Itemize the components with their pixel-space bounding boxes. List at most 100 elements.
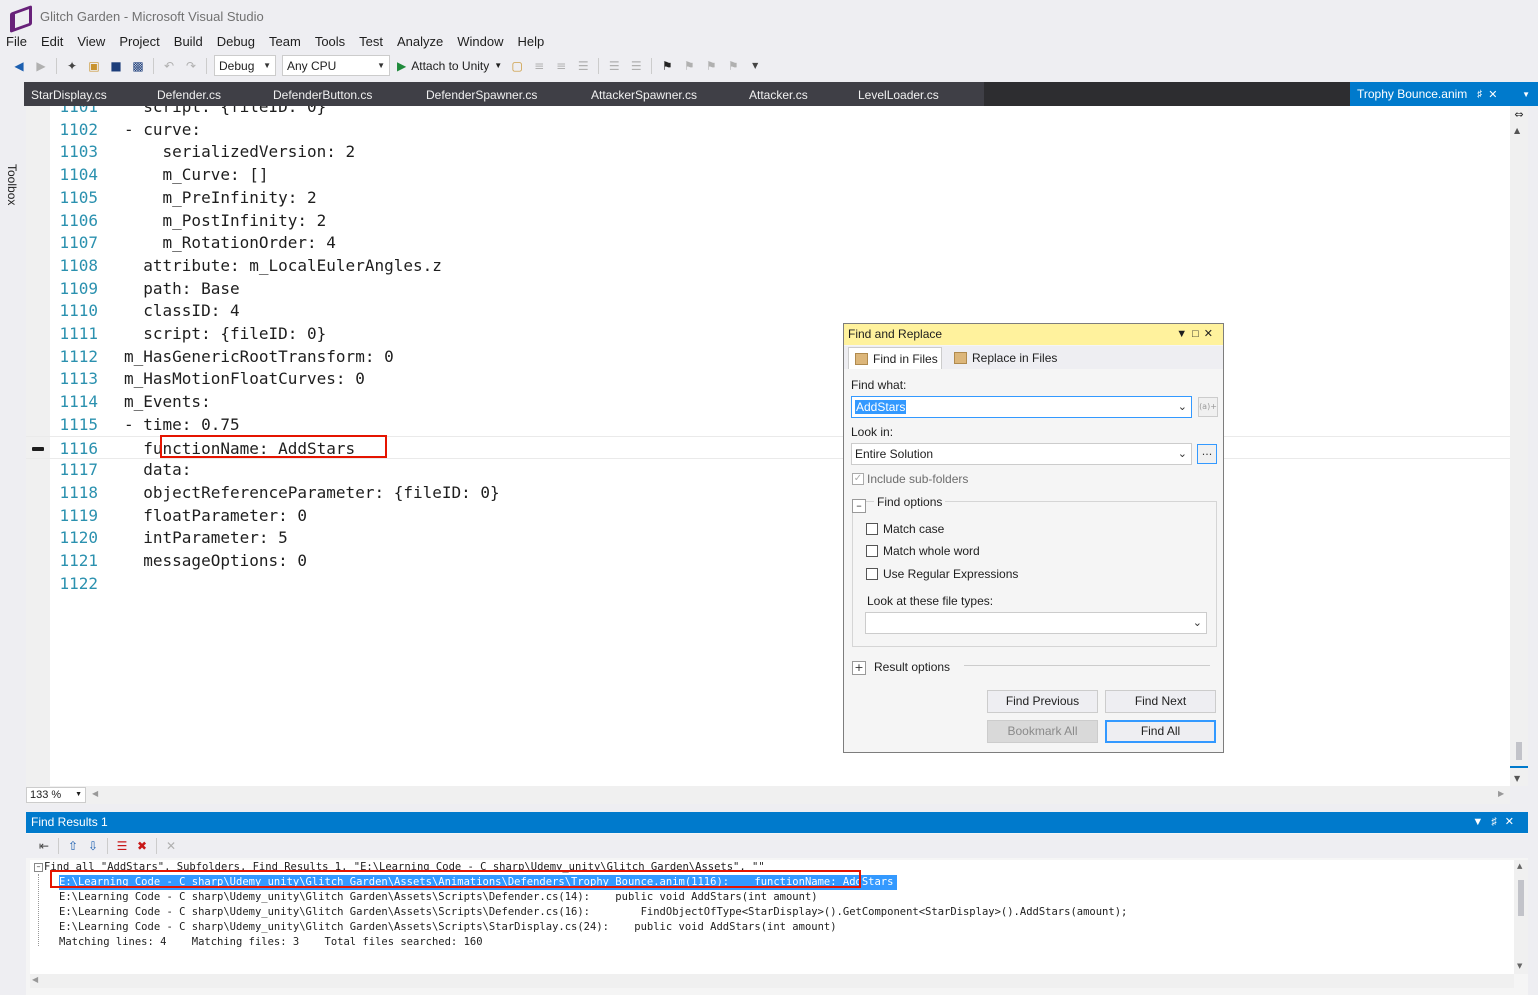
clear-bookmarks-icon[interactable]: ⚑ [722,55,744,77]
menu-edit[interactable]: Edit [35,34,71,49]
code-line[interactable]: 1107 m_RotationOrder: 4 [26,231,1510,254]
menu-debug[interactable]: Debug [211,34,263,49]
go-to-location-icon[interactable]: ⇤ [34,835,54,857]
tab-stardisplay[interactable]: StarDisplay.cs [24,82,157,106]
code-line[interactable]: 1104 m_Curve: [] [26,163,1510,186]
collapse-find-options-icon[interactable]: – [852,499,866,513]
scroll-up-icon[interactable]: ▲ [1514,126,1520,135]
menu-tools[interactable]: Tools [309,34,353,49]
chevron-down-icon[interactable]: ▼ [1176,328,1192,340]
pin-icon[interactable]: ♯ [1491,816,1505,828]
toolbox-label[interactable]: Toolbox [5,164,19,205]
split-window-icon[interactable]: ⇔ [1513,108,1525,122]
scroll-down-icon[interactable]: ▼ [1517,962,1522,970]
code-line[interactable]: 1112 m_HasGenericRootTransform: 0 [26,345,1510,368]
code-line[interactable]: 1115 - time: 0.75 [26,413,1510,436]
code-line[interactable]: 1120 intParameter: 5 [26,526,1510,549]
bookmark-icon[interactable]: ⚑ [656,55,678,77]
tab-attackerspawner[interactable]: AttackerSpawner.cs [591,82,749,106]
solution-platform-dropdown[interactable]: Any CPU ▼ [282,55,390,76]
new-project-icon[interactable]: ✦ [61,55,83,77]
delete-icon[interactable]: ✖ [132,835,152,857]
chevron-down-icon[interactable]: ⌄ [1178,444,1187,464]
code-line[interactable]: 1106 m_PostInfinity: 2 [26,209,1510,232]
include-subfolders-checkbox[interactable]: ✓ [852,473,864,485]
menu-help[interactable]: Help [512,34,553,49]
look-in-dropdown[interactable]: Entire Solution ⌄ [851,443,1192,465]
result-row[interactable]: E:\Learning Code - C sharp\Udemy_unity\G… [30,905,1514,920]
menu-window[interactable]: Window [451,34,511,49]
code-line[interactable]: 1122 [26,572,1510,595]
outdent-icon[interactable]: ≡ [550,55,572,77]
find-what-input[interactable]: AddStars ⌄ [851,396,1192,418]
navigate-forward-icon[interactable]: ▶ [30,55,52,77]
menu-test[interactable]: Test [353,34,391,49]
open-file-icon[interactable]: ▣ [83,55,105,77]
tab-replace-in-files[interactable]: Replace in Files [948,347,1078,369]
match-case-checkbox[interactable] [866,523,878,535]
solution-configuration-dropdown[interactable]: Debug ▼ [214,55,276,76]
tab-defender[interactable]: Defender.cs [157,82,273,106]
chevron-down-icon[interactable]: ⌄ [1193,613,1202,633]
menu-team[interactable]: Team [263,34,309,49]
zoom-level-dropdown[interactable]: 133 % ▼ [26,787,86,803]
save-all-icon[interactable]: ▩ [127,55,149,77]
menu-file[interactable]: File [0,34,35,49]
tab-defenderspawner[interactable]: DefenderSpawner.cs [426,82,591,106]
code-line[interactable]: 1108 attribute: m_LocalEulerAngles.z [26,254,1510,277]
toolbar-overflow-icon[interactable]: ▼ [744,55,766,77]
save-icon[interactable]: ■ [105,55,127,77]
code-line[interactable]: 1119 floatParameter: 0 [26,504,1510,527]
scroll-up-icon[interactable]: ▲ [1517,862,1522,870]
scrollbar-thumb[interactable] [1516,742,1522,760]
code-line[interactable]: 1111 script: {fileID: 0} [26,322,1510,345]
tab-find-in-files[interactable]: Find in Files [848,347,942,369]
find-next-button[interactable]: Find Next [1105,690,1216,713]
tab-levelloader[interactable]: LevelLoader.cs [858,82,984,106]
scrollbar-thumb[interactable] [1518,880,1524,916]
toolbox-strip[interactable]: Toolbox [0,80,24,995]
code-line[interactable]: 1105 m_PreInfinity: 2 [26,186,1510,209]
tab-list-chevron-down-icon[interactable]: ▼ [1522,90,1530,99]
chevron-down-icon[interactable]: ⌄ [1178,397,1187,417]
editor-vertical-scrollbar[interactable]: ⇔ ▲ ▼ [1510,106,1528,786]
chevron-down-icon[interactable]: ▼ [1472,816,1491,828]
code-line[interactable]: 1102 - curve: [26,118,1510,141]
format-icon[interactable]: ☰ [603,55,625,77]
code-line[interactable]: 1114 m_Events: [26,390,1510,413]
close-icon[interactable]: ✕ [1204,328,1218,340]
find-in-files-icon[interactable]: ▢ [506,55,528,77]
code-line[interactable]: 1117 data: [26,458,1510,481]
code-line[interactable]: 1101 script: {fileID: 0} [26,106,1510,118]
menu-project[interactable]: Project [113,34,167,49]
next-bookmark-icon[interactable]: ⚑ [700,55,722,77]
file-types-dropdown[interactable]: ⌄ [865,612,1207,634]
menu-view[interactable]: View [71,34,113,49]
stop-find-icon[interactable]: ✕ [161,835,181,857]
attach-to-unity-button[interactable]: ▶ Attach to Unity ▼ [397,59,502,73]
tab-trophy-bounce-anim[interactable]: Trophy Bounce.anim ♯ ✕ ▼ [1350,82,1538,106]
tab-defenderbutton[interactable]: DefenderButton.cs [273,82,426,106]
find-results-list[interactable]: – Find all "AddStars", Subfolders, Find … [30,860,1514,980]
browse-folders-button[interactable]: ... [1197,444,1217,464]
redo-icon[interactable]: ↷ [180,55,202,77]
menu-build[interactable]: Build [168,34,211,49]
code-line[interactable]: 1121 messageOptions: 0 [26,549,1510,572]
match-whole-word-checkbox[interactable] [866,545,878,557]
uncomment-icon[interactable]: ☰ [625,55,647,77]
use-regex-checkbox[interactable] [866,568,878,580]
maximize-icon[interactable]: □ [1192,328,1204,340]
result-row[interactable]: E:\Learning Code - C sharp\Udemy_unity\G… [30,920,1514,935]
pin-icon[interactable]: ♯ [1477,89,1482,100]
dialog-title-bar[interactable]: Find and Replace ▼□✕ [844,324,1223,345]
previous-bookmark-icon[interactable]: ⚑ [678,55,700,77]
expression-builder-icon[interactable]: (a)+ [1198,397,1218,417]
code-line[interactable]: 1118 objectReferenceParameter: {fileID: … [26,481,1510,504]
close-icon[interactable]: ✕ [1488,88,1497,101]
results-horizontal-scrollbar[interactable]: ◀ [30,974,1514,988]
code-editor[interactable]: 1101 script: {fileID: 0} 1102- curve: 1103… [26,106,1510,786]
scroll-left-icon[interactable]: ◀ [32,975,38,984]
menu-analyze[interactable]: Analyze [391,34,451,49]
navigate-back-icon[interactable]: ◀ [8,55,30,77]
code-line[interactable]: 1103 serializedVersion: 2 [26,140,1510,163]
